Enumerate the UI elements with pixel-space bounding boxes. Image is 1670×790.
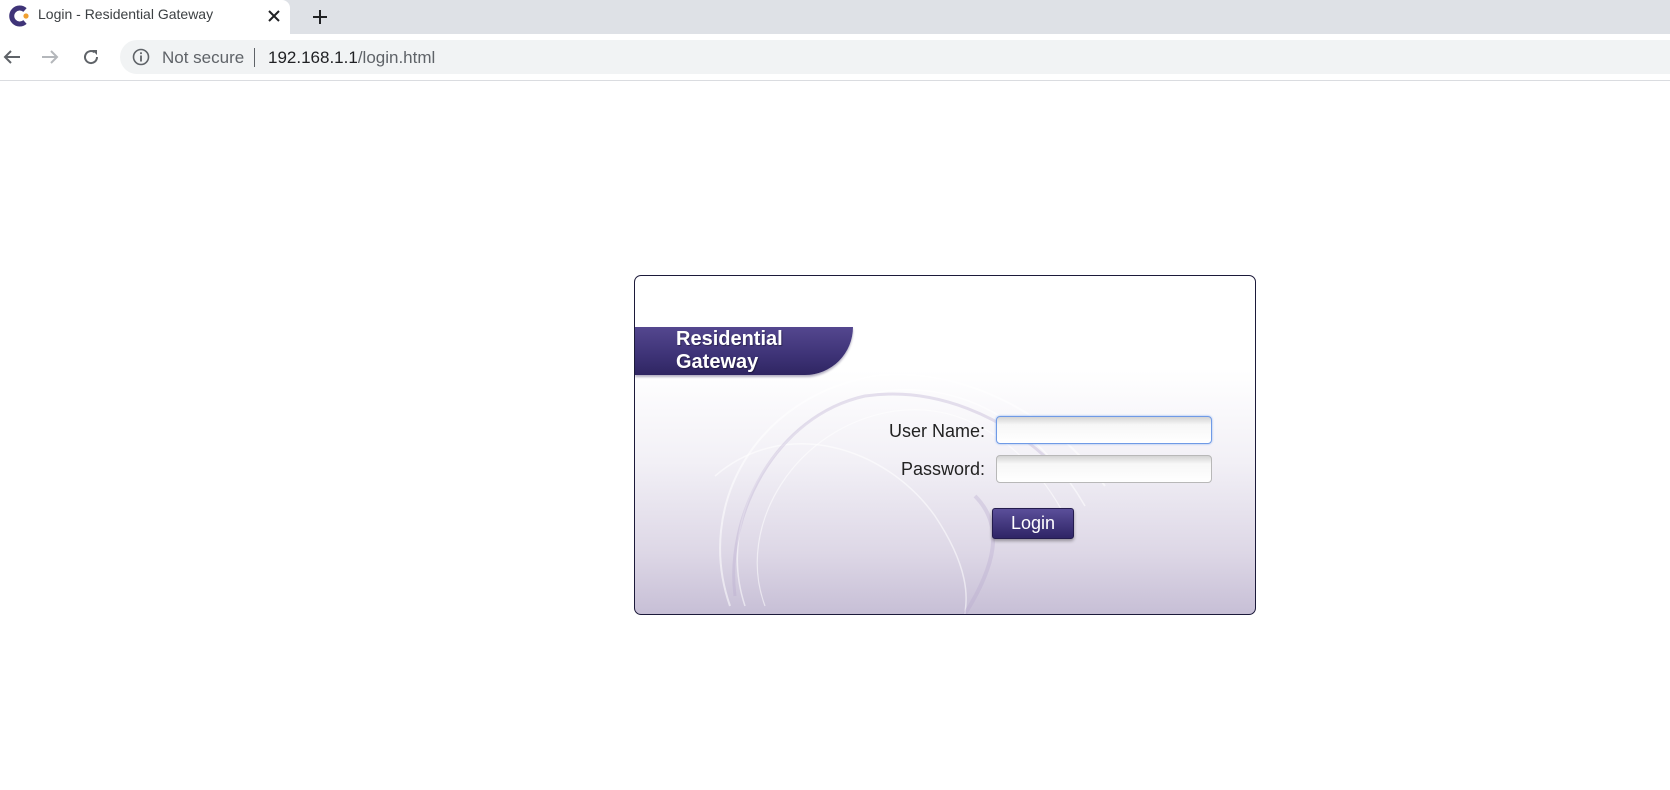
new-tab-button[interactable] [308,5,332,29]
password-label: Password: [900,459,985,479]
url-text[interactable]: 192.168.1.1/login.html [268,48,435,68]
forward-button[interactable] [36,43,64,71]
address-separator [254,48,255,67]
login-panel: Residential Gateway User Name: Password:… [634,275,1256,615]
username-input[interactable] [996,416,1212,444]
brand-title: Residential Gateway [676,328,783,373]
security-status: Not secure [162,48,245,67]
back-button[interactable] [0,43,26,71]
browser-tabstrip: Login - Residential Gateway [0,0,1670,34]
close-icon [268,10,280,22]
reload-button[interactable] [77,43,105,71]
address-bar[interactable]: Not secure 192.168.1.1/login.html [120,40,1670,74]
reload-icon [84,50,99,65]
url-host: 192.168.1.1 [268,48,358,67]
username-label: User Name: [888,421,985,441]
password-input[interactable] [996,455,1212,483]
url-path: /login.html [357,48,436,67]
brand-banner: Residential Gateway [635,327,853,375]
browser-tab[interactable]: Login - Residential Gateway [0,0,290,34]
tab-title: Login - Residential Gateway [38,6,214,22]
arrow-right-icon [42,50,59,64]
browser-toolbar: Not secure 192.168.1.1/login.html [0,34,1670,81]
plus-icon [313,10,327,24]
arrow-left-icon [3,50,20,64]
login-button[interactable]: Login [992,508,1074,539]
brand-c-logo-icon [9,5,29,27]
info-circle-icon[interactable] [132,48,150,66]
tab-close-button[interactable] [264,6,284,26]
